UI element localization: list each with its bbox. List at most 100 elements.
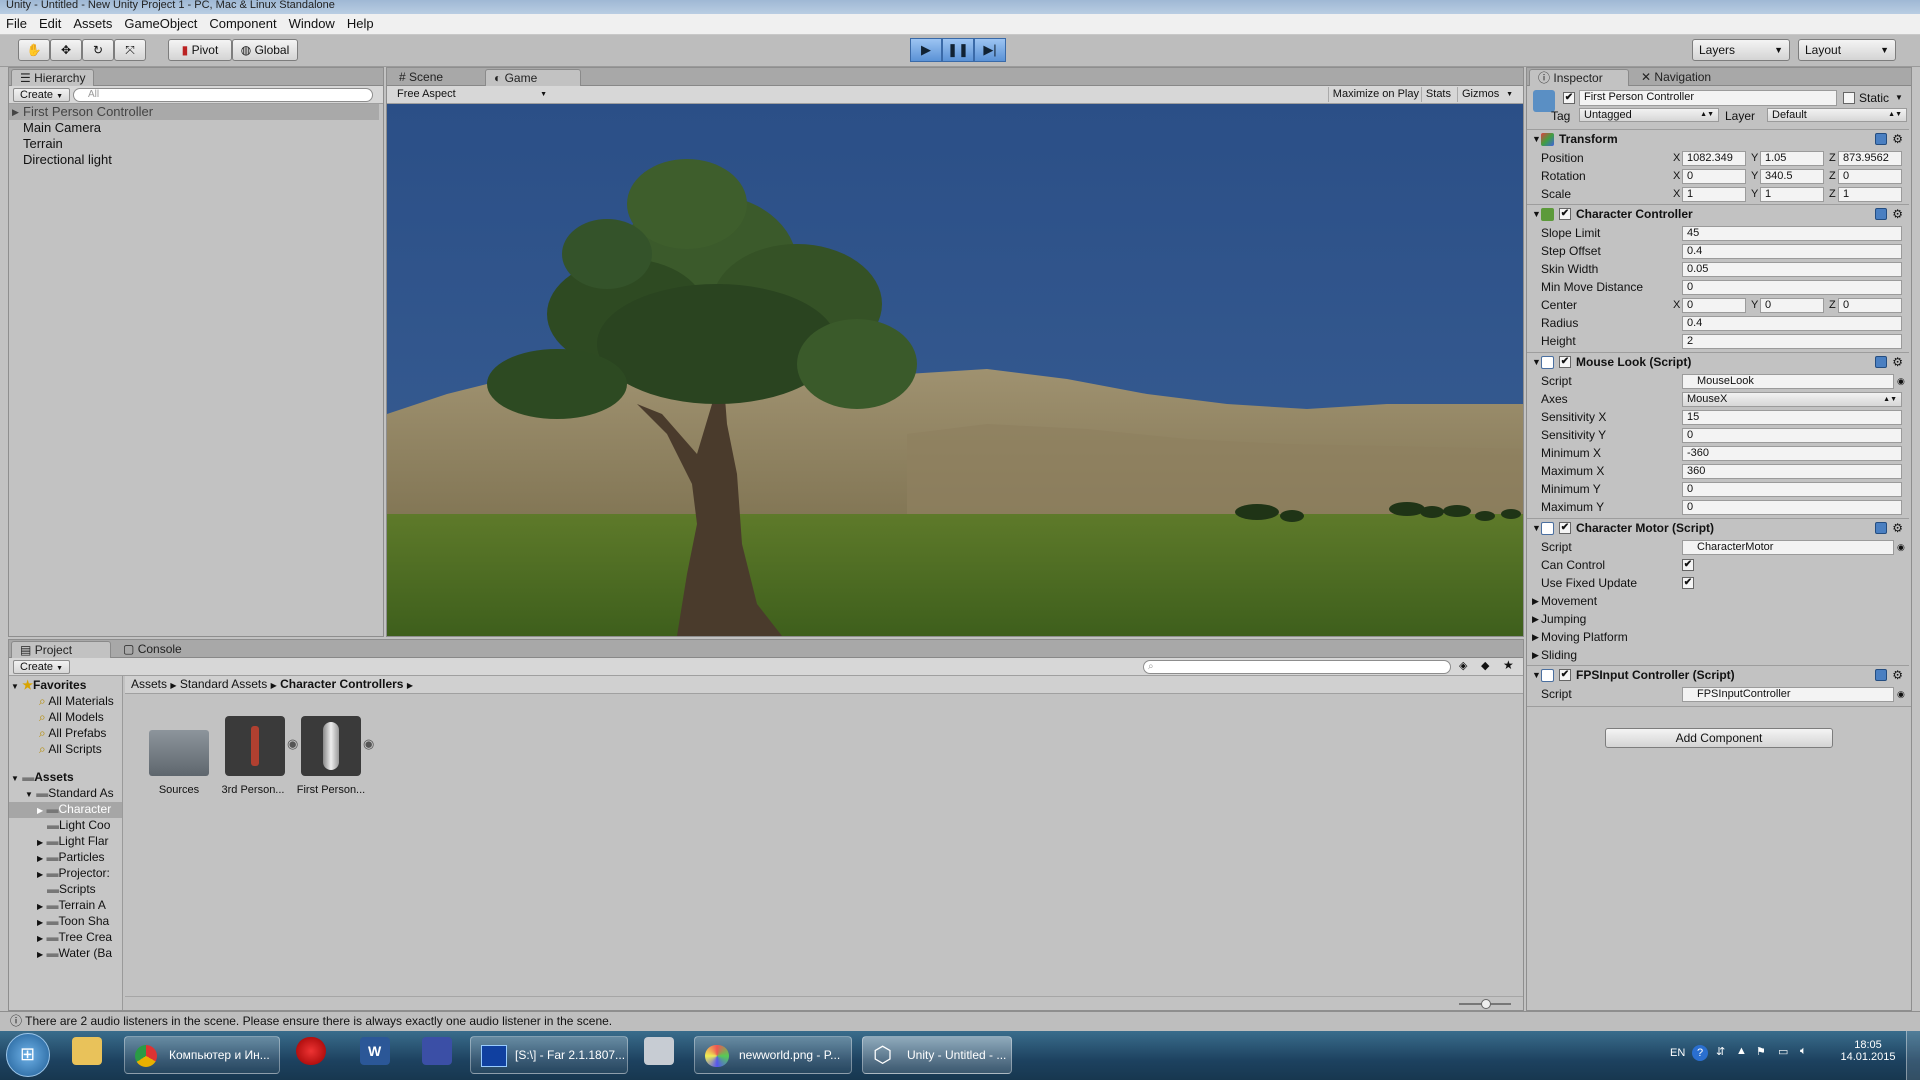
object-picker-icon[interactable]: ◉ bbox=[1897, 539, 1905, 556]
height-field[interactable]: 2 bbox=[1682, 334, 1902, 349]
play-button[interactable]: ▶ bbox=[910, 38, 942, 62]
maximum-x-field[interactable]: 360 bbox=[1682, 464, 1902, 479]
radius-field[interactable]: 0.4 bbox=[1682, 316, 1902, 331]
start-button[interactable]: ⊞ bbox=[6, 1033, 50, 1077]
tab-inspector[interactable]: ⓘ Inspector bbox=[1529, 69, 1629, 86]
opera-icon[interactable] bbox=[296, 1037, 326, 1065]
taskbar-paint[interactable]: newworld.png - P... bbox=[694, 1036, 852, 1074]
moving-platform-foldout[interactable]: ▶ Moving Platform bbox=[1527, 629, 1907, 647]
hierarchy-item[interactable]: Main Camera bbox=[23, 120, 393, 136]
folder-tile-icon[interactable] bbox=[149, 730, 209, 776]
taskbar-unity[interactable]: ⬡ Unity - Untitled - ... bbox=[862, 1036, 1012, 1074]
maximum-y-field[interactable]: 0 bbox=[1682, 500, 1902, 515]
favorite-item[interactable]: ⌕ All Scripts bbox=[39, 742, 102, 758]
taskbar-far[interactable]: [S:\] - Far 2.1.1807... bbox=[470, 1036, 628, 1074]
pause-button[interactable]: ❚❚ bbox=[942, 38, 974, 62]
hierarchy-search-input[interactable]: All bbox=[73, 88, 373, 102]
step-button[interactable]: ▶| bbox=[974, 38, 1006, 62]
scale-z-field[interactable]: 1 bbox=[1838, 187, 1902, 202]
jumping-foldout[interactable]: ▶ Jumping bbox=[1527, 611, 1907, 629]
asset-folder[interactable]: ▶ ▬Particles bbox=[37, 850, 122, 866]
center-z-field[interactable]: 0 bbox=[1838, 298, 1902, 313]
favorites-header[interactable]: ▼ ★Favorites bbox=[11, 678, 86, 694]
layers-dropdown[interactable]: Layers ▼ bbox=[1692, 39, 1790, 61]
static-checkbox[interactable] bbox=[1843, 92, 1855, 104]
expand-circle-icon[interactable]: ◉ bbox=[287, 736, 298, 752]
asset-folder[interactable]: ▶ ▬Light Flar bbox=[37, 834, 122, 850]
min-move-field[interactable]: 0 bbox=[1682, 280, 1902, 295]
hierarchy-item[interactable]: Directional light bbox=[23, 152, 393, 168]
sliding-foldout[interactable]: ▶ Sliding bbox=[1527, 647, 1907, 665]
rotate-tool-button[interactable]: ↻ bbox=[82, 39, 114, 61]
gear-icon[interactable]: ⚙ bbox=[1892, 353, 1903, 372]
component-enabled-checkbox[interactable]: ✔ bbox=[1559, 522, 1571, 534]
filter-label-icon[interactable]: ◆ bbox=[1481, 659, 1489, 672]
archive-icon[interactable] bbox=[644, 1037, 674, 1065]
mouse-look-header[interactable]: ▼ ✔ Mouse Look (Script) ⚙ bbox=[1527, 352, 1909, 372]
object-name-field[interactable]: First Person Controller bbox=[1579, 90, 1837, 106]
scale-x-field[interactable]: 1 bbox=[1682, 187, 1746, 202]
breadcrumb-item[interactable]: Standard Assets bbox=[180, 677, 267, 691]
word-icon[interactable]: W bbox=[360, 1037, 390, 1065]
tab-hierarchy[interactable]: ☰ Hierarchy bbox=[11, 69, 95, 86]
show-hidden-icons[interactable]: ▲ bbox=[1736, 1045, 1747, 1057]
minimum-x-field[interactable]: -360 bbox=[1682, 446, 1902, 461]
tab-game[interactable]: ◐ Game bbox=[485, 69, 581, 86]
component-enabled-checkbox[interactable]: ✔ bbox=[1559, 356, 1571, 368]
favorite-star-icon[interactable]: ★ bbox=[1503, 658, 1514, 672]
asset-folder[interactable]: ▶ ▬Terrain A bbox=[37, 898, 122, 914]
help-icon[interactable] bbox=[1875, 208, 1887, 220]
project-create-button[interactable]: Create ▼ bbox=[13, 660, 71, 674]
sensitivity-x-field[interactable]: 15 bbox=[1682, 410, 1902, 425]
step-offset-field[interactable]: 0.4 bbox=[1682, 244, 1902, 259]
maximize-on-play-toggle[interactable]: Maximize on Play bbox=[1327, 87, 1423, 102]
stats-toggle[interactable]: Stats bbox=[1420, 87, 1455, 102]
help-icon[interactable] bbox=[1875, 133, 1887, 145]
prefab-first-person-icon[interactable] bbox=[301, 716, 361, 776]
asset-folder[interactable]: ▬Scripts bbox=[37, 882, 122, 898]
gizmos-dropdown[interactable]: Gizmos ▼ bbox=[1457, 87, 1513, 102]
center-y-field[interactable]: 0 bbox=[1760, 298, 1824, 313]
sensitivity-y-field[interactable]: 0 bbox=[1682, 428, 1902, 443]
language-indicator[interactable]: EN bbox=[1670, 1047, 1685, 1059]
fixed-update-checkbox[interactable]: ✔ bbox=[1682, 577, 1694, 589]
prefab-3rd-person-icon[interactable] bbox=[225, 716, 285, 776]
menu-window[interactable]: Window bbox=[283, 14, 341, 34]
gear-icon[interactable]: ⚙ bbox=[1892, 666, 1903, 685]
layout-dropdown[interactable]: Layout ▼ bbox=[1798, 39, 1896, 61]
fps-input-header[interactable]: ▼ ✔ FPSInput Controller (Script) ⚙ bbox=[1527, 665, 1909, 685]
dropdown-arrow-icon[interactable]: ▼ bbox=[1895, 90, 1903, 106]
center-x-field[interactable]: 0 bbox=[1682, 298, 1746, 313]
help-icon[interactable] bbox=[1875, 522, 1887, 534]
global-toggle[interactable]: ◍ Global bbox=[232, 39, 298, 61]
hierarchy-item[interactable]: Terrain bbox=[23, 136, 393, 152]
menu-gameobject[interactable]: GameObject bbox=[118, 14, 203, 34]
clock[interactable]: 18:05 14.01.2015 bbox=[1840, 1039, 1896, 1063]
component-enabled-checkbox[interactable]: ✔ bbox=[1559, 669, 1571, 681]
gear-icon[interactable]: ⚙ bbox=[1892, 519, 1903, 538]
favorite-item[interactable]: ⌕ All Materials bbox=[39, 694, 114, 710]
expand-arrow-icon[interactable]: ▶ bbox=[12, 104, 19, 120]
menu-file[interactable]: File bbox=[0, 14, 33, 34]
active-checkbox[interactable]: ✔ bbox=[1563, 92, 1575, 104]
object-picker-icon[interactable]: ◉ bbox=[1897, 373, 1905, 390]
game-viewport[interactable] bbox=[387, 104, 1523, 636]
position-x-field[interactable]: 1082.349 bbox=[1682, 151, 1746, 166]
layer-dropdown[interactable]: Default ▲▼ bbox=[1767, 108, 1907, 122]
rotation-x-field[interactable]: 0 bbox=[1682, 169, 1746, 184]
favorite-item[interactable]: ⌕ All Prefabs bbox=[39, 726, 106, 742]
pivot-toggle[interactable]: ▮ Pivot bbox=[168, 39, 232, 61]
tab-project[interactable]: ▤ Project bbox=[11, 641, 111, 658]
project-search-input[interactable]: ⌕ bbox=[1143, 660, 1451, 674]
asset-folder[interactable]: ▶ ▬Toon Sha bbox=[37, 914, 122, 930]
menu-help[interactable]: Help bbox=[341, 14, 380, 34]
scale-tool-button[interactable]: ⤧ bbox=[114, 39, 146, 61]
object-picker-icon[interactable]: ◉ bbox=[1897, 686, 1905, 703]
can-control-checkbox[interactable]: ✔ bbox=[1682, 559, 1694, 571]
transform-header[interactable]: ▼ Transform ⚙ bbox=[1527, 129, 1909, 149]
mouse-look-script-field[interactable]: MouseLook bbox=[1682, 374, 1894, 389]
asset-folder[interactable]: ▶ ▬Projector: bbox=[37, 866, 122, 882]
expand-circle-icon[interactable]: ◉ bbox=[363, 736, 374, 752]
gear-icon[interactable]: ⚙ bbox=[1892, 205, 1903, 224]
slope-limit-field[interactable]: 45 bbox=[1682, 226, 1902, 241]
